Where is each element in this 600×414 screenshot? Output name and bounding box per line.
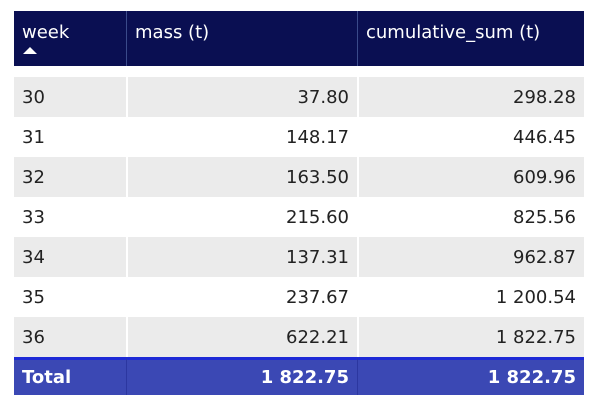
- column-header-label: week: [22, 22, 70, 43]
- header-spacer: [14, 66, 584, 77]
- column-header-label: mass (t): [135, 22, 210, 43]
- total-mass: 1 822.75: [126, 357, 357, 395]
- total-row: Total 1 822.75 1 822.75: [14, 357, 584, 395]
- cell-mass: 148.17: [126, 117, 357, 157]
- cell-mass: 622.21: [126, 317, 357, 357]
- cell-mass: 37.80: [126, 77, 357, 117]
- header-row: week mass (t) cumulative_sum (t): [14, 11, 584, 66]
- cell-week: 35: [14, 277, 126, 317]
- cell-cumulative-sum: 298.28: [357, 77, 584, 117]
- cell-mass: 137.31: [126, 237, 357, 277]
- cell-mass: 215.60: [126, 197, 357, 237]
- table-row[interactable]: 31 148.17 446.45: [14, 117, 584, 157]
- cell-week: 36: [14, 317, 126, 357]
- column-header-cumulative-sum[interactable]: cumulative_sum (t): [357, 11, 584, 66]
- total-cumulative-sum: 1 822.75: [357, 357, 584, 395]
- cell-week: 31: [14, 117, 126, 157]
- cell-cumulative-sum: 1 200.54: [357, 277, 584, 317]
- cell-week: 32: [14, 157, 126, 197]
- cell-week: 34: [14, 237, 126, 277]
- spacer-cell: [14, 66, 584, 77]
- table-row[interactable]: 32 163.50 609.96: [14, 157, 584, 197]
- cell-week: 33: [14, 197, 126, 237]
- cell-cumulative-sum: 825.56: [357, 197, 584, 237]
- cell-cumulative-sum: 446.45: [357, 117, 584, 157]
- cell-mass: 163.50: [126, 157, 357, 197]
- table-row[interactable]: 30 37.80 298.28: [14, 77, 584, 117]
- table-row[interactable]: 36 622.21 1 822.75: [14, 317, 584, 357]
- table-row[interactable]: 33 215.60 825.56: [14, 197, 584, 237]
- cell-mass: 237.67: [126, 277, 357, 317]
- table-row[interactable]: 34 137.31 962.87: [14, 237, 584, 277]
- column-header-week[interactable]: week: [14, 11, 126, 66]
- data-table: week mass (t) cumulative_sum (t) 30 37.80…: [14, 11, 584, 395]
- cell-week: 30: [14, 77, 126, 117]
- column-header-mass[interactable]: mass (t): [126, 11, 357, 66]
- table-visual: week mass (t) cumulative_sum (t) 30 37.80…: [14, 11, 584, 395]
- table-row[interactable]: 35 237.67 1 200.54: [14, 277, 584, 317]
- cell-cumulative-sum: 609.96: [357, 157, 584, 197]
- table-body: 30 37.80 298.28 31 148.17 446.45 32 163.50 609.9…: [14, 77, 584, 357]
- cell-cumulative-sum: 962.87: [357, 237, 584, 277]
- sort-ascending-icon[interactable]: [23, 47, 37, 54]
- total-label: Total: [14, 357, 126, 395]
- cell-cumulative-sum: 1 822.75: [357, 317, 584, 357]
- column-header-label: cumulative_sum (t): [366, 22, 541, 43]
